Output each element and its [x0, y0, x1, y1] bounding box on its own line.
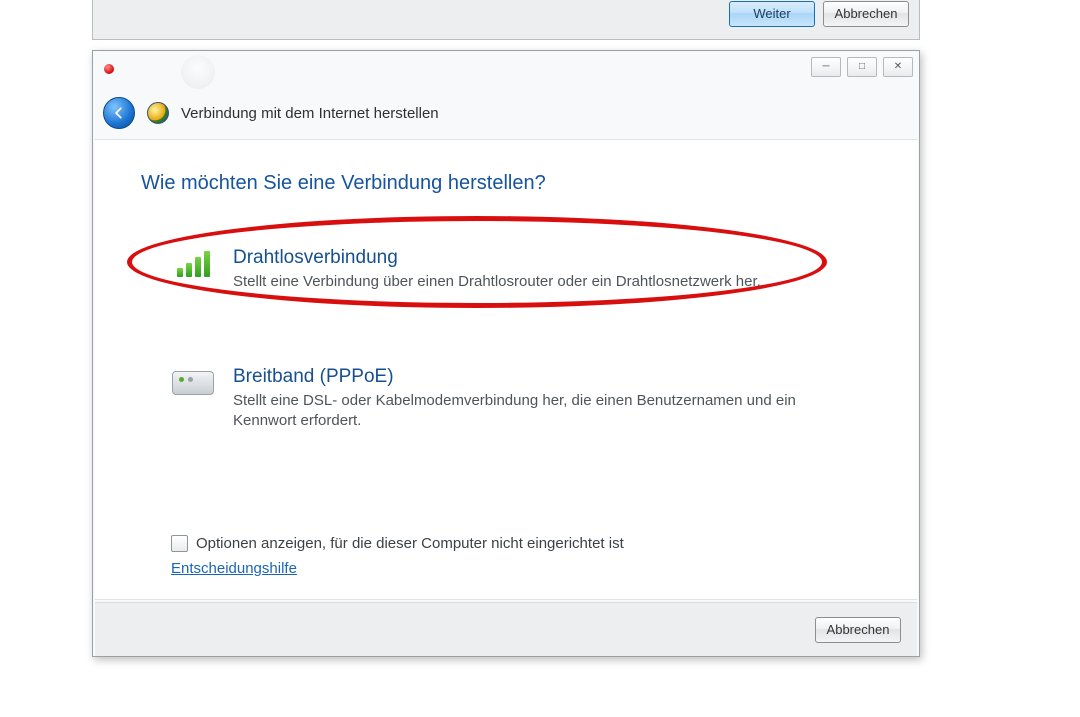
wizard-title: Verbindung mit dem Internet herstellen	[181, 105, 439, 122]
window-icon	[181, 55, 215, 89]
wizard-heading: Wie möchten Sie eine Verbindung herstell…	[141, 172, 871, 195]
window-caption-buttons: ─ □ ✕	[811, 57, 913, 77]
background-next-button[interactable]: Weiter	[729, 1, 815, 27]
background-wizard-footer: Weiter Abbrechen	[92, 0, 920, 40]
minimize-icon: ─	[822, 62, 829, 72]
connect-to-internet-wizard: ─ □ ✕ Verbindung mit dem Internet herste…	[92, 50, 920, 657]
show-all-options-checkbox[interactable]	[171, 535, 188, 552]
show-all-options-label: Optionen anzeigen, für die dieser Comput…	[196, 535, 624, 552]
maximize-icon: □	[859, 62, 865, 72]
network-globe-icon	[147, 102, 169, 124]
decorative-dot	[104, 64, 114, 74]
back-button[interactable]	[103, 97, 135, 129]
option-wireless[interactable]: Drahtlosverbindung Stellt eine Verbindun…	[141, 231, 871, 310]
wizard-content: Wie möchten Sie eine Verbindung herstell…	[95, 139, 917, 600]
wizard-footer: Abbrechen	[95, 602, 917, 656]
cancel-button[interactable]: Abbrechen	[815, 617, 901, 643]
option-broadband[interactable]: Breitband (PPPoE) Stellt eine DSL- oder …	[141, 350, 871, 449]
modem-icon	[172, 371, 214, 395]
option-broadband-title: Breitband (PPPoE)	[233, 366, 833, 389]
arrow-left-icon	[112, 106, 126, 120]
option-wireless-desc: Stellt eine Verbindung über einen Drahtl…	[233, 272, 761, 292]
option-broadband-desc: Stellt eine DSL- oder Kabelmodemverbindu…	[233, 391, 833, 432]
maximize-button[interactable]: □	[847, 57, 877, 77]
minimize-button[interactable]: ─	[811, 57, 841, 77]
close-button[interactable]: ✕	[883, 57, 913, 77]
wifi-signal-icon	[177, 251, 210, 277]
option-wireless-title: Drahtlosverbindung	[233, 247, 761, 270]
background-cancel-button[interactable]: Abbrechen	[823, 1, 909, 27]
close-icon: ✕	[894, 62, 902, 72]
help-link[interactable]: Entscheidungshilfe	[171, 560, 297, 577]
wizard-bottom-options: Optionen anzeigen, für die dieser Comput…	[171, 535, 624, 577]
